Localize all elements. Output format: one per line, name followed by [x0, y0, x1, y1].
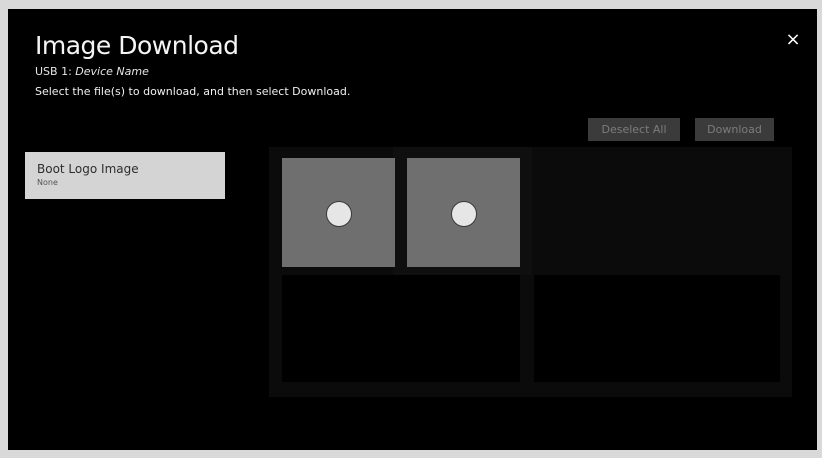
empty-slot: [282, 275, 520, 382]
download-button[interactable]: Download: [695, 118, 774, 141]
device-line: USB 1: Device Name: [35, 65, 149, 78]
select-radio-icon[interactable]: [451, 201, 477, 227]
category-value: None: [37, 178, 58, 187]
empty-slot: [534, 275, 780, 382]
category-item-boot-logo[interactable]: Boot Logo Image None: [25, 152, 225, 199]
category-label: Boot Logo Image: [37, 162, 139, 176]
device-name: Device Name: [75, 65, 149, 78]
close-icon[interactable]: ×: [782, 29, 804, 51]
instruction-text: Select the file(s) to download, and then…: [35, 85, 351, 98]
page-title: Image Download: [35, 31, 239, 60]
image-thumbnail[interactable]: [407, 158, 520, 267]
device-prefix: USB 1:: [35, 65, 76, 78]
deselect-all-button[interactable]: Deselect All: [588, 118, 680, 141]
image-download-screen: Image Download USB 1: Device Name Select…: [8, 9, 817, 450]
select-radio-icon[interactable]: [326, 201, 352, 227]
image-thumbnail[interactable]: [282, 158, 395, 267]
